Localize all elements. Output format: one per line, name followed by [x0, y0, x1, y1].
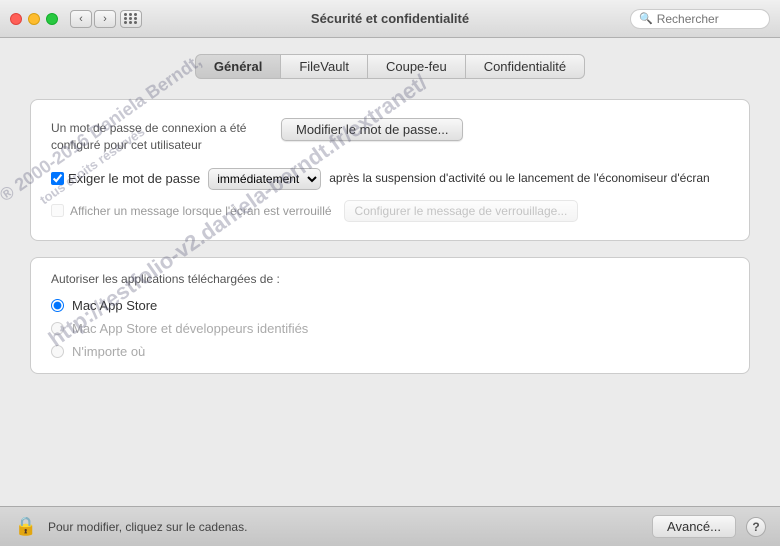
password-control: Modifier le mot de passe...: [281, 118, 729, 141]
radio-mac-appstore-input[interactable]: [51, 299, 64, 312]
password-section: Un mot de passe de connexion a été confi…: [30, 99, 750, 241]
maximize-button[interactable]: [46, 13, 58, 25]
close-button[interactable]: [10, 13, 22, 25]
nav-buttons: ‹ ›: [70, 10, 116, 28]
require-password-checkbox[interactable]: [51, 172, 64, 185]
radio-mac-appstore-devs-label: Mac App Store et développeurs identifiés: [72, 321, 308, 336]
radio-anywhere-input[interactable]: [51, 345, 64, 358]
password-label: Un mot de passe de connexion a été confi…: [51, 118, 281, 154]
lock-icon: 🔒: [14, 515, 38, 539]
radio-mac-appstore-label: Mac App Store: [72, 298, 157, 313]
allowed-apps-section: Autoriser les applications téléchargées …: [30, 257, 750, 374]
advanced-button[interactable]: Avancé...: [652, 515, 736, 538]
password-timing-select[interactable]: immédiatement: [208, 168, 321, 190]
search-icon: 🔍: [639, 12, 653, 25]
traffic-lights: [10, 13, 58, 25]
forward-button[interactable]: ›: [94, 10, 116, 28]
password-row: Un mot de passe de connexion a été confi…: [51, 118, 729, 154]
tab-coupe-feu[interactable]: Coupe-feu: [368, 54, 466, 79]
radio-mac-appstore-devs: Mac App Store et développeurs identifiés: [51, 321, 729, 336]
show-message-label: Afficher un message lorsque l'écran est …: [70, 204, 332, 218]
titlebar: ‹ › Sécurité et confidentialité 🔍: [0, 0, 780, 38]
radio-mac-appstore: Mac App Store: [51, 298, 729, 313]
tab-bar: Général FileVault Coupe-feu Confidential…: [30, 54, 750, 79]
modify-password-button[interactable]: Modifier le mot de passe...: [281, 118, 463, 141]
require-after-text: après la suspension d'activité ou le lan…: [329, 170, 729, 187]
tab-confidentialite[interactable]: Confidentialité: [466, 54, 585, 79]
allowed-apps-title: Autoriser les applications téléchargées …: [51, 272, 729, 286]
search-box[interactable]: 🔍: [630, 9, 770, 29]
grid-menu-button[interactable]: [120, 10, 142, 28]
require-password-label: Exiger le mot de passe: [68, 171, 200, 186]
search-input[interactable]: [657, 12, 761, 26]
radio-anywhere: N'importe où: [51, 344, 729, 359]
main-content: Général FileVault Coupe-feu Confidential…: [0, 38, 780, 506]
help-button[interactable]: ?: [746, 517, 766, 537]
radio-mac-appstore-devs-input[interactable]: [51, 322, 64, 335]
message-row: Afficher un message lorsque l'écran est …: [51, 200, 729, 222]
window-title: Sécurité et confidentialité: [311, 11, 469, 26]
minimize-button[interactable]: [28, 13, 40, 25]
bottombar-text: Pour modifier, cliquez sur le cadenas.: [48, 520, 642, 534]
show-message-checkbox[interactable]: [51, 204, 64, 217]
bottombar: 🔒 Pour modifier, cliquez sur le cadenas.…: [0, 506, 780, 546]
tab-general[interactable]: Général: [195, 54, 281, 79]
back-button[interactable]: ‹: [70, 10, 92, 28]
tab-filevault[interactable]: FileVault: [281, 54, 368, 79]
config-message-button[interactable]: Configurer le message de verrouillage...: [344, 200, 579, 222]
radio-anywhere-label: N'importe où: [72, 344, 145, 359]
